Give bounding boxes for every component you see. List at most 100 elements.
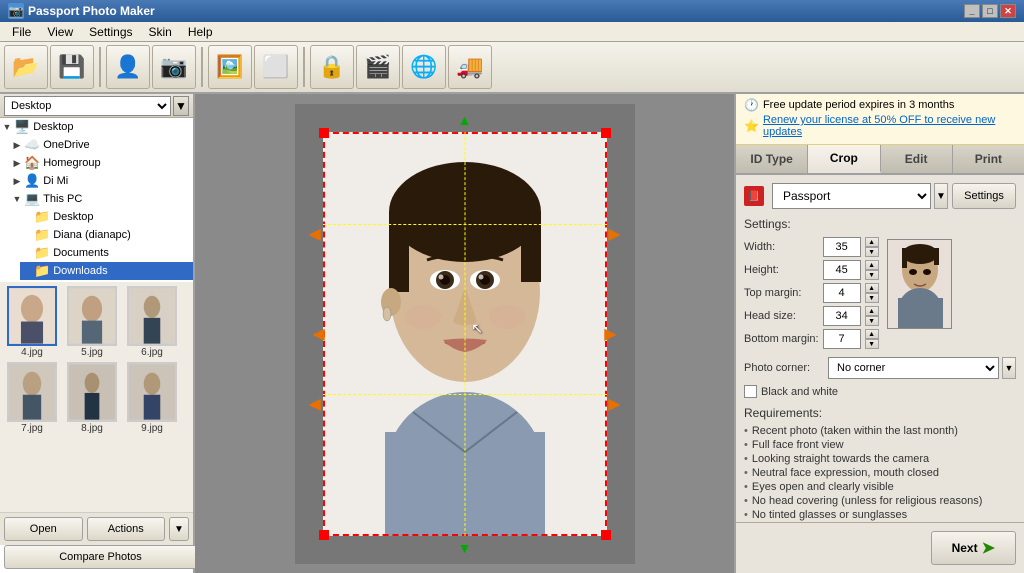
req-item-0: Recent photo (taken within the last mont… <box>744 424 1016 438</box>
bottommargin-down-btn[interactable]: ▼ <box>865 339 879 349</box>
tree-item-documents[interactable]: 📁 Documents <box>20 244 193 262</box>
tree-item-dimi[interactable]: ▶ 👤 Di Mi <box>10 172 193 190</box>
topmargin-down-btn[interactable]: ▼ <box>865 293 879 303</box>
crop-handle-mid-left-top[interactable]: ◀ <box>309 224 321 244</box>
topmargin-input[interactable] <box>823 283 861 303</box>
headsize-spinner: ▲ ▼ <box>865 306 879 326</box>
width-up-btn[interactable]: ▲ <box>865 237 879 247</box>
menu-settings[interactable]: Settings <box>81 23 140 41</box>
topmargin-up-btn[interactable]: ▲ <box>865 283 879 293</box>
minimize-btn[interactable]: _ <box>964 4 980 18</box>
crop-handle-tl[interactable] <box>319 128 329 138</box>
bottommargin-up-btn[interactable]: ▲ <box>865 329 879 339</box>
menu-help[interactable]: Help <box>180 23 221 41</box>
tree-expand-onedrive[interactable]: ▶ <box>12 140 22 150</box>
headsize-up-btn[interactable]: ▲ <box>865 306 879 316</box>
menu-view[interactable]: View <box>39 23 81 41</box>
crop-handle-left[interactable]: ◀ <box>313 324 325 344</box>
globe-toolbar-btn[interactable]: 🌐 <box>402 45 446 89</box>
lock-toolbar-btn[interactable]: 🔒 <box>310 45 354 89</box>
crop-handle-mid-left-bottom[interactable]: ◀ <box>309 394 321 414</box>
crop-handle-br[interactable] <box>601 530 611 540</box>
headsize-down-btn[interactable]: ▼ <box>865 316 879 326</box>
tab-edit[interactable]: Edit <box>881 145 953 173</box>
crop-handle-tr[interactable] <box>601 128 611 138</box>
crop-handle-bottom[interactable]: ▼ <box>458 540 472 556</box>
next-button[interactable]: Next ➤ <box>931 531 1016 565</box>
thumbnail-5jpg[interactable]: 5.jpg <box>64 286 120 358</box>
menu-skin[interactable]: Skin <box>141 23 180 41</box>
tree-item-desktop[interactable]: ▼ 🖥️ Desktop <box>0 118 193 136</box>
tree-expand-thispc[interactable]: ▼ <box>12 194 22 204</box>
corner-select[interactable]: No corner Rounded Square <box>828 357 999 379</box>
settings-button[interactable]: Settings <box>952 183 1016 209</box>
tree-expand-desktop[interactable]: ▼ <box>2 122 12 132</box>
height-input[interactable] <box>823 260 861 280</box>
crop-handle-top[interactable]: ▲ <box>458 112 472 128</box>
frame-toolbar-btn[interactable]: 🖼️ <box>208 45 252 89</box>
thumbnail-7jpg[interactable]: 7.jpg <box>4 362 60 434</box>
compare-photos-button[interactable]: Compare Photos <box>4 545 197 569</box>
menu-file[interactable]: File <box>4 23 39 41</box>
folder-downloads-icon: 📁 <box>34 263 50 279</box>
person-toolbar-btn[interactable]: 👤 <box>106 45 150 89</box>
passport-type-select[interactable]: Passport <box>772 183 931 209</box>
photo-corner-row: Photo corner: No corner Rounded Square ▼ <box>744 357 1016 379</box>
deliver-toolbar-btn[interactable]: 🚚 <box>448 45 492 89</box>
passport-type-row: 📕 Passport ▼ Settings <box>744 183 1016 209</box>
headsize-input[interactable] <box>823 306 861 326</box>
tree-expand-dimi[interactable]: ▶ <box>12 176 22 186</box>
tree-item-diana[interactable]: 📁 Diana (dianapc) <box>20 226 193 244</box>
tree-item-homegroup[interactable]: ▶ 🏠 Homegroup <box>10 154 193 172</box>
actions-arrow-btn[interactable]: ▼ <box>169 517 189 541</box>
crop-handle-mid-right-bottom[interactable]: ▶ <box>608 394 620 414</box>
crop-handle-bl[interactable] <box>319 530 329 540</box>
square-toolbar-btn[interactable]: ⬜ <box>254 45 298 89</box>
camera-toolbar-btn[interactable]: 📷 <box>152 45 196 89</box>
height-up-btn[interactable]: ▲ <box>865 260 879 270</box>
width-down-btn[interactable]: ▼ <box>865 247 879 257</box>
tree-item-thispc[interactable]: ▼ 💻 This PC <box>10 190 193 208</box>
notif-link-renew[interactable]: Renew your license at 50% OFF to receive… <box>763 114 1016 138</box>
thumbnail-9jpg[interactable]: 9.jpg <box>124 362 180 434</box>
tab-bar: ID Type Crop Edit Print <box>736 145 1024 175</box>
folder-diana-icon: 📁 <box>34 227 50 243</box>
tree-item-desktop2[interactable]: 📁 Desktop <box>20 208 193 226</box>
width-input[interactable] <box>823 237 861 257</box>
tab-idtype[interactable]: ID Type <box>736 145 808 173</box>
headsize-label: Head size: <box>744 310 819 322</box>
photo-editor-area: ◀ ▶ ▲ ▼ ◀ ▶ ◀ ▶ ↖ <box>295 104 635 564</box>
open-button[interactable]: Open <box>4 517 83 541</box>
tree-item-downloads[interactable]: 📁 Downloads <box>20 262 193 280</box>
tree-item-onedrive[interactable]: ▶ ☁️ OneDrive <box>10 136 193 154</box>
tab-crop[interactable]: Crop <box>808 145 880 173</box>
window-controls: _ □ ✕ <box>964 4 1016 18</box>
maximize-btn[interactable]: □ <box>982 4 998 18</box>
save-toolbar-btn[interactable]: 💾 <box>50 45 94 89</box>
location-arrow-btn[interactable]: ▼ <box>173 96 189 116</box>
actions-button[interactable]: Actions <box>87 517 166 541</box>
open-toolbar-btn[interactable]: 📂 <box>4 45 48 89</box>
tree-expand-placeholder3 <box>22 248 32 258</box>
notif-row-2: ⭐ Renew your license at 50% OFF to recei… <box>744 114 1016 138</box>
bottommargin-input[interactable] <box>823 329 861 349</box>
settings-grid: Width: ▲ ▼ Height: ▲ ▼ Top margin: <box>744 237 879 349</box>
bottommargin-spinner: ▲ ▼ <box>865 329 879 349</box>
corner-dropdown-arrow[interactable]: ▼ <box>1002 357 1016 379</box>
bw-checkbox[interactable] <box>744 385 757 398</box>
location-select[interactable]: Desktop <box>4 96 171 116</box>
thumb-img-7jpg <box>7 362 57 422</box>
thumbnail-4jpg[interactable]: 4.jpg <box>4 286 60 358</box>
close-btn[interactable]: ✕ <box>1000 4 1016 18</box>
film-toolbar-btn[interactable]: 🎬 <box>356 45 400 89</box>
requirements-section: Requirements: Recent photo (taken within… <box>744 406 1016 522</box>
req-item-1: Full face front view <box>744 438 1016 452</box>
thumbnail-6jpg[interactable]: 6.jpg <box>124 286 180 358</box>
height-down-btn[interactable]: ▼ <box>865 270 879 280</box>
tab-print[interactable]: Print <box>953 145 1024 173</box>
passport-dropdown-arrow[interactable]: ▼ <box>934 183 948 209</box>
crop-handle-right[interactable]: ▶ <box>604 324 616 344</box>
thumbnail-8jpg[interactable]: 8.jpg <box>64 362 120 434</box>
crop-handle-mid-right-top[interactable]: ▶ <box>608 224 620 244</box>
tree-expand-homegroup[interactable]: ▶ <box>12 158 22 168</box>
